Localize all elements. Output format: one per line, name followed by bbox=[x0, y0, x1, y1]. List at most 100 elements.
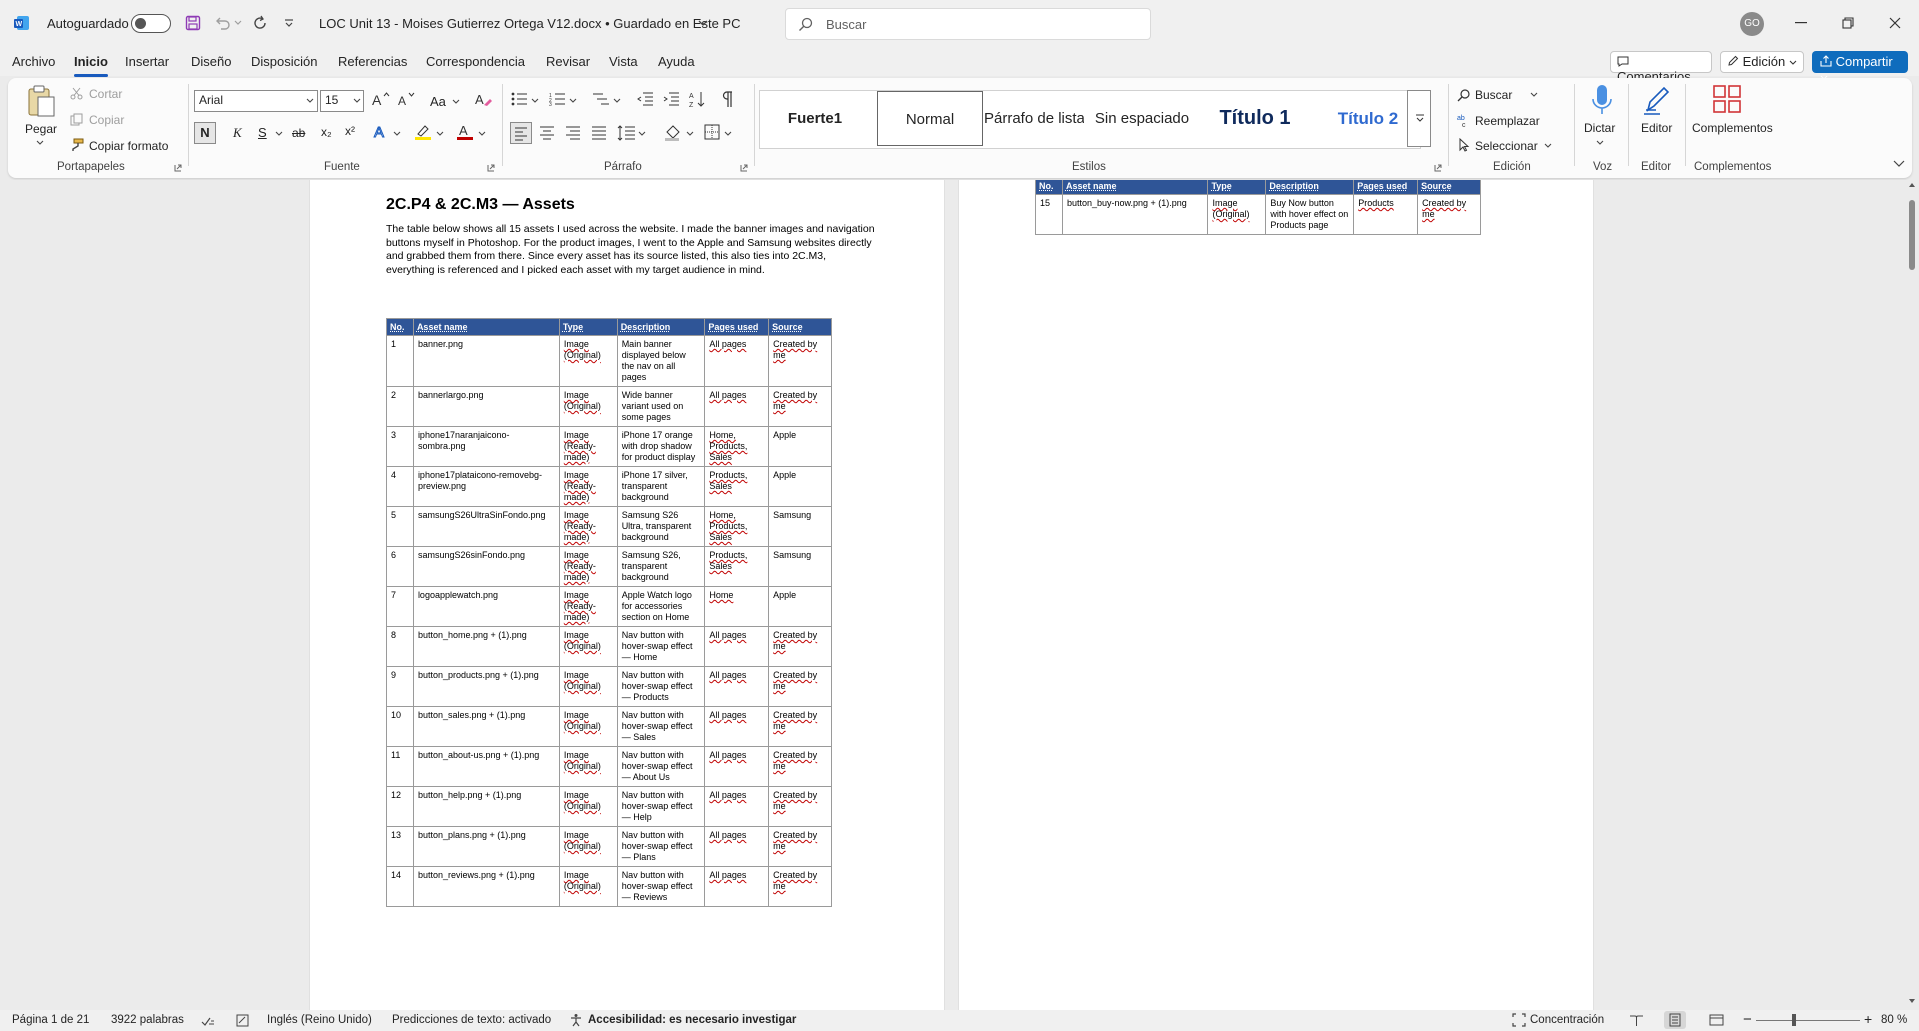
chevron-down-icon[interactable] bbox=[698, 20, 708, 27]
redo-icon[interactable] bbox=[252, 15, 268, 31]
chevron-down-icon[interactable] bbox=[1544, 143, 1552, 149]
subscript-button[interactable]: x₂ bbox=[321, 125, 332, 139]
justify-icon[interactable] bbox=[591, 125, 607, 141]
chevron-down-icon[interactable] bbox=[36, 140, 44, 146]
paste-icon[interactable] bbox=[26, 84, 56, 118]
dialog-launcher-icon[interactable] bbox=[174, 164, 182, 172]
chevron-down-icon[interactable] bbox=[638, 131, 646, 137]
save-icon[interactable] bbox=[185, 15, 201, 31]
zoom-slider-thumb[interactable] bbox=[1792, 1014, 1796, 1026]
page-1[interactable]: 2C.P4 & 2C.M3 — Assets The table below s… bbox=[310, 180, 944, 1010]
close-icon[interactable] bbox=[1889, 17, 1901, 29]
tab-disposicion[interactable]: Disposición bbox=[251, 54, 317, 69]
paste-button[interactable]: Pegar bbox=[25, 122, 57, 136]
shrink-font-icon[interactable]: A bbox=[398, 91, 416, 107]
addins-button[interactable]: Complementos bbox=[1692, 121, 1773, 135]
change-case-button[interactable]: Aa bbox=[430, 94, 446, 109]
microphone-icon[interactable] bbox=[1591, 84, 1613, 116]
chevron-down-icon[interactable] bbox=[569, 98, 577, 104]
language-indicator[interactable]: Inglés (Reino Unido) bbox=[267, 1014, 372, 1026]
customize-toolbar-icon[interactable] bbox=[284, 19, 294, 27]
scroll-up-icon[interactable] bbox=[1908, 182, 1916, 188]
editor-button[interactable]: Editor bbox=[1641, 121, 1672, 135]
decrease-indent-icon[interactable] bbox=[637, 92, 653, 106]
zoom-out-icon[interactable]: − bbox=[1743, 1011, 1752, 1028]
chevron-down-icon[interactable] bbox=[393, 131, 401, 137]
highlighter-icon[interactable] bbox=[414, 123, 432, 141]
copy-button[interactable]: Copiar bbox=[89, 113, 124, 127]
numbering-icon[interactable]: 123 bbox=[549, 92, 565, 106]
dialog-launcher-icon[interactable] bbox=[1434, 164, 1442, 172]
print-layout-button[interactable] bbox=[1664, 1011, 1686, 1029]
chevron-down-icon[interactable] bbox=[452, 99, 460, 105]
undo-dropdown-icon[interactable] bbox=[234, 20, 242, 26]
autosave-toggle[interactable] bbox=[131, 14, 171, 33]
page-count[interactable]: Página 1 de 21 bbox=[12, 1014, 89, 1026]
zoom-level[interactable]: 80 % bbox=[1881, 1014, 1907, 1026]
superscript-button[interactable]: x² bbox=[345, 124, 355, 138]
addins-grid-icon[interactable] bbox=[1712, 84, 1742, 114]
search-box[interactable]: Buscar bbox=[785, 8, 1151, 40]
accessibility-status[interactable]: Accesibilidad: es necesario investigar bbox=[588, 1014, 796, 1026]
select-button[interactable]: Seleccionar bbox=[1475, 139, 1538, 153]
editor-pen-icon[interactable] bbox=[1642, 84, 1672, 116]
editing-mode-button[interactable]: Edición bbox=[1720, 51, 1804, 73]
italic-button[interactable]: K bbox=[233, 125, 242, 141]
align-left-button[interactable] bbox=[510, 122, 532, 144]
line-spacing-icon[interactable] bbox=[617, 124, 635, 142]
undo-icon[interactable] bbox=[214, 15, 232, 31]
multilevel-list-icon[interactable] bbox=[593, 92, 609, 106]
tab-archivo[interactable]: Archivo bbox=[12, 54, 55, 69]
grow-font-icon[interactable]: A bbox=[372, 91, 390, 107]
paragraph-marks-icon[interactable] bbox=[722, 90, 734, 108]
chevron-down-icon[interactable] bbox=[613, 98, 621, 104]
share-button[interactable]: Compartir bbox=[1812, 51, 1908, 80]
borders-icon[interactable] bbox=[704, 124, 720, 140]
word-count[interactable]: 3922 palabras bbox=[111, 1014, 184, 1026]
page-2[interactable]: No. Asset name Type Description Pages used So… bbox=[959, 180, 1593, 1010]
chevron-down-icon[interactable] bbox=[353, 98, 361, 104]
chevron-down-icon[interactable] bbox=[306, 98, 314, 104]
chevron-down-icon[interactable] bbox=[724, 131, 732, 137]
text-effects-icon[interactable]: A bbox=[373, 123, 389, 142]
tab-diseno[interactable]: Diseño bbox=[191, 54, 231, 69]
style-sin-espaciado[interactable]: Sin espaciado bbox=[1090, 91, 1194, 146]
collapse-ribbon-icon[interactable] bbox=[1893, 160, 1905, 168]
underline-button[interactable]: S bbox=[258, 125, 267, 140]
replace-button[interactable]: Reemplazar bbox=[1475, 114, 1540, 128]
document-canvas[interactable]: 2C.P4 & 2C.M3 — Assets The table below s… bbox=[0, 180, 1905, 1010]
align-right-icon[interactable] bbox=[565, 125, 581, 141]
dictate-button[interactable]: Dictar bbox=[1584, 121, 1615, 135]
align-center-icon[interactable] bbox=[539, 125, 555, 141]
chevron-down-icon[interactable] bbox=[686, 131, 694, 137]
comments-button[interactable]: Comentarios bbox=[1610, 51, 1712, 84]
font-name-field[interactable]: Arial bbox=[194, 90, 318, 112]
find-button[interactable]: Buscar bbox=[1475, 88, 1512, 102]
format-painter-button[interactable]: Copiar formato bbox=[89, 139, 168, 153]
tab-vista[interactable]: Vista bbox=[609, 54, 638, 69]
proofing-icon[interactable] bbox=[201, 1014, 215, 1027]
font-color-icon[interactable]: A bbox=[456, 123, 474, 141]
minimize-icon[interactable] bbox=[1795, 22, 1807, 24]
dialog-launcher-icon[interactable] bbox=[740, 164, 748, 172]
tab-insertar[interactable]: Insertar bbox=[125, 54, 169, 69]
dialog-launcher-icon[interactable] bbox=[487, 164, 495, 172]
vertical-scrollbar[interactable] bbox=[1905, 180, 1919, 1010]
chevron-down-icon[interactable] bbox=[1530, 92, 1538, 98]
tab-inicio[interactable]: Inicio bbox=[74, 54, 108, 77]
style-parrafo-lista[interactable]: Párrafo de lista bbox=[984, 91, 1084, 146]
sort-icon[interactable]: AZ bbox=[689, 90, 707, 108]
tab-correspondencia[interactable]: Correspondencia bbox=[426, 54, 525, 69]
scroll-down-icon[interactable] bbox=[1908, 998, 1916, 1004]
bold-button[interactable]: N bbox=[194, 122, 216, 144]
web-layout-icon[interactable] bbox=[1709, 1013, 1724, 1027]
chevron-down-icon[interactable] bbox=[1596, 140, 1604, 146]
chevron-down-icon[interactable] bbox=[436, 131, 444, 137]
document-title[interactable]: LOC Unit 13 - Moises Gutierrez Ortega V1… bbox=[319, 16, 740, 31]
focus-mode-icon[interactable] bbox=[1512, 1013, 1526, 1027]
read-mode-icon[interactable] bbox=[1629, 1014, 1644, 1027]
style-titulo2[interactable]: Título 2 bbox=[1316, 91, 1420, 146]
track-changes-icon[interactable] bbox=[236, 1014, 250, 1027]
increase-indent-icon[interactable] bbox=[663, 92, 679, 106]
bullets-icon[interactable] bbox=[511, 92, 527, 106]
